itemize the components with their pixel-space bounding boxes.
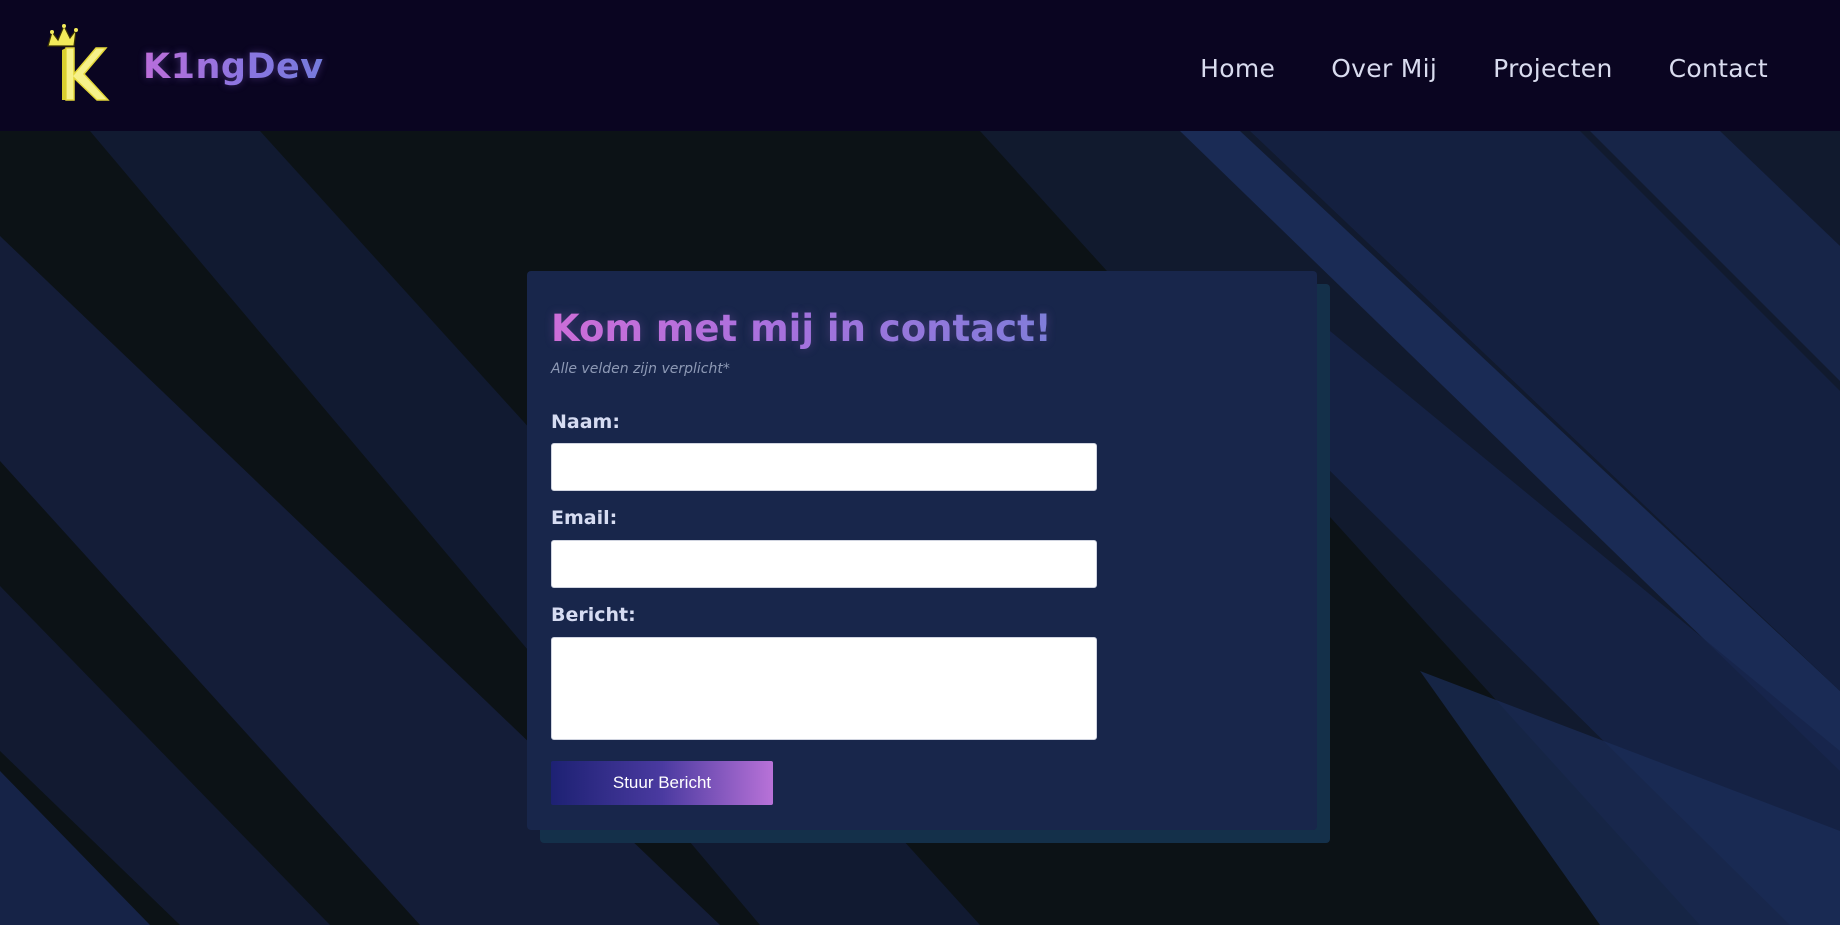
nav-item-over-mij[interactable]: Over Mij — [1331, 54, 1437, 83]
nav-item-projecten[interactable]: Projecten — [1493, 54, 1612, 83]
nav-item-contact[interactable]: Contact — [1669, 54, 1768, 83]
main-nav: Home Over Mij Projecten Contact — [1200, 54, 1768, 83]
name-input[interactable] — [551, 443, 1097, 491]
submit-button[interactable]: Stuur Bericht — [551, 761, 773, 805]
logo-link[interactable] — [44, 22, 114, 102]
email-input[interactable] — [551, 540, 1097, 588]
name-label: Naam: — [551, 411, 620, 433]
crown-k-logo-icon — [47, 24, 110, 101]
email-label: Email: — [551, 507, 618, 529]
form-title: Kom met mij in contact! — [551, 307, 1052, 350]
form-subtitle: Alle velden zijn verplicht* — [551, 361, 730, 377]
message-label: Bericht: — [551, 604, 636, 626]
site-header: K1ngDev Home Over Mij Projecten Contact — [0, 0, 1840, 131]
nav-item-home[interactable]: Home — [1200, 54, 1275, 83]
contact-form-card: Kom met mij in contact! Alle velden zijn… — [527, 271, 1317, 830]
brand-name[interactable]: K1ngDev — [143, 47, 324, 87]
message-textarea[interactable] — [551, 637, 1097, 740]
